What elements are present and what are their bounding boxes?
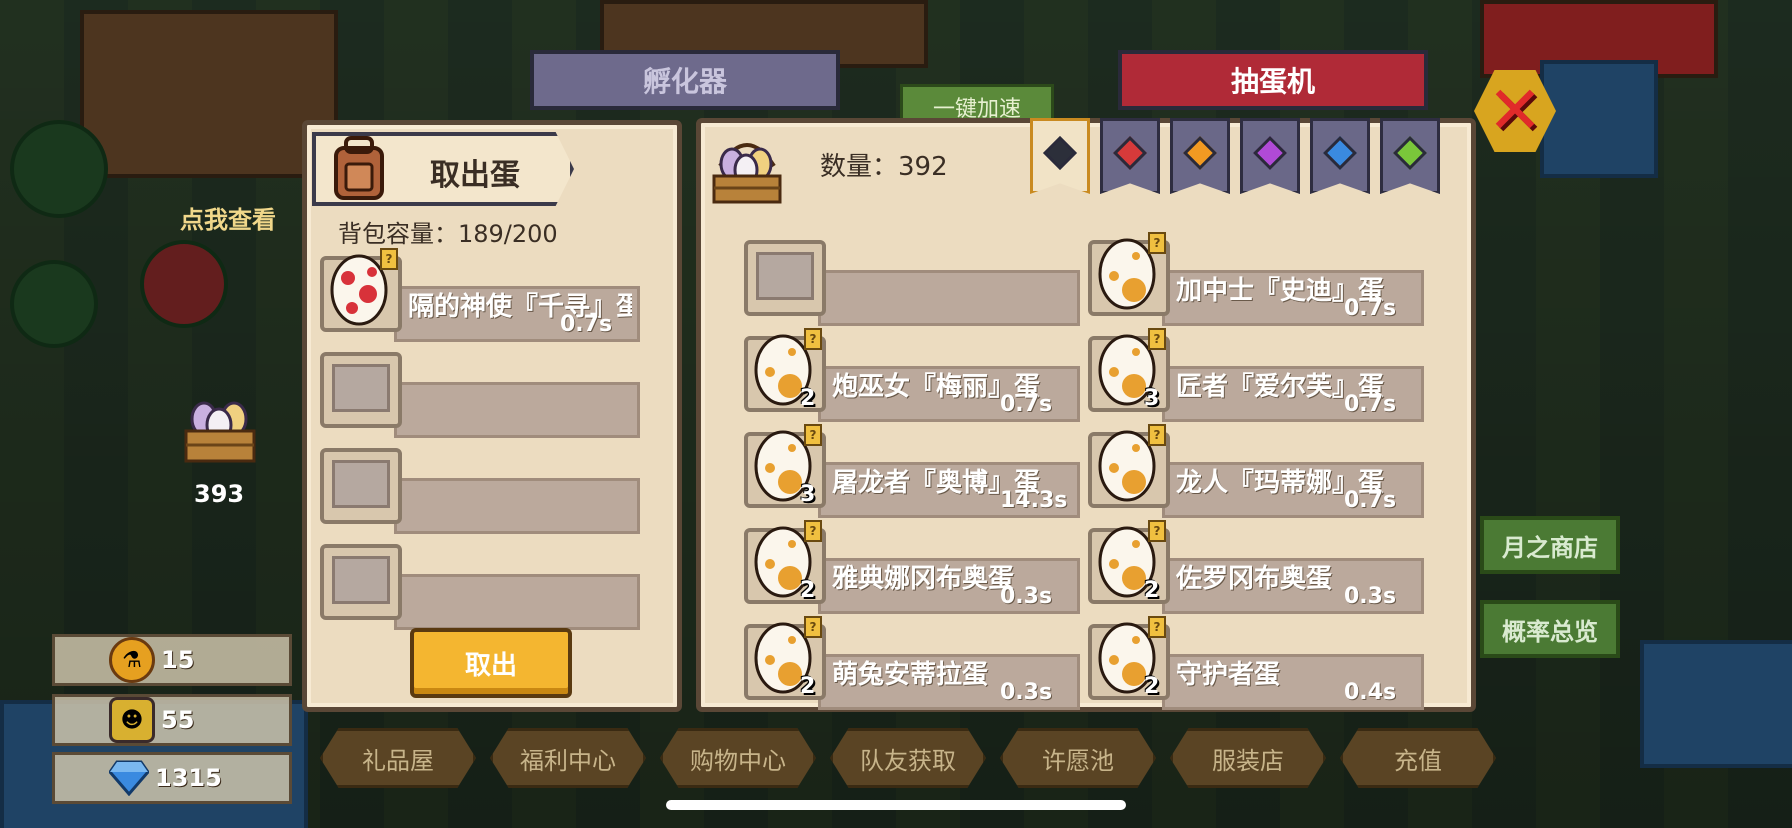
bottom-nav: 礼品屋 福利中心 购物中心 队友获取 许愿池 服装店 充值 (320, 728, 1496, 788)
take-out-button[interactable]: 取出 (410, 628, 572, 698)
empty-slot (332, 460, 390, 508)
rarity-filter-tabs (1030, 118, 1440, 194)
capacity-label: 背包容量： (338, 220, 458, 248)
hatch-time: 0.7s (1344, 392, 1397, 417)
hatch-time: 0.7s (1344, 488, 1397, 513)
quantity-value: 392 (898, 152, 948, 182)
egg-slot-frame (320, 448, 402, 524)
hatch-time: 0.7s (560, 312, 613, 337)
backpack-capacity: 背包容量：189/200 (338, 214, 558, 249)
nav-welfare-center: 福利中心 (490, 728, 646, 788)
hatch-time: 0.3s (1344, 584, 1397, 609)
rarity-filter-tab[interactable] (1240, 118, 1300, 194)
mystery-tag-icon: ? (1148, 424, 1166, 446)
character-token-icon: ☻ (109, 697, 155, 743)
egg-slot-frame (320, 352, 402, 428)
egg-info-bar (818, 270, 1080, 326)
rarity-filter-tab[interactable] (1380, 118, 1440, 194)
tab-gacha: 抽蛋机 (1118, 50, 1428, 110)
potion-icon: ⚗ (109, 637, 155, 683)
nav-wishing-pool: 许愿池 (1000, 728, 1156, 788)
mystery-tag-icon: ? (1148, 616, 1166, 638)
quantity-label: 数量： (820, 152, 899, 182)
currency-token: ☻ 55 (52, 694, 292, 746)
rarity-filter-tab[interactable] (1310, 118, 1370, 194)
egg-count: 2 (1144, 578, 1160, 603)
mystery-tag-icon: ? (1148, 328, 1166, 350)
panel-title: 取出蛋 (430, 158, 520, 193)
currency-diamond: 1315 (52, 752, 292, 804)
gem-icon (1183, 136, 1217, 170)
egg-count: 2 (1144, 674, 1160, 699)
egg-count: 3 (800, 482, 816, 507)
probability-overview-button: 概率总览 (1480, 600, 1620, 658)
backpack-icon (334, 136, 384, 200)
currency-value: 1315 (155, 764, 222, 792)
egg-info-bar (394, 478, 640, 534)
currency-potion: ⚗ 15 (52, 634, 292, 686)
currency-value: 55 (161, 706, 195, 734)
hatch-time: 14.3s (1000, 488, 1068, 513)
mystery-tag-icon: ? (380, 248, 398, 270)
egg-info-bar (394, 382, 640, 438)
gem-icon (1323, 136, 1357, 170)
empty-slot (332, 364, 390, 412)
hatch-time: 0.7s (1344, 296, 1397, 321)
home-indicator[interactable] (666, 800, 1126, 810)
mystery-tag-icon: ? (1148, 232, 1166, 254)
mystery-tag-icon: ? (804, 328, 822, 350)
empty-slot (332, 556, 390, 604)
mystery-tag-icon: ? (804, 520, 822, 542)
hatch-time: 0.3s (1000, 584, 1053, 609)
currency-value: 15 (161, 646, 195, 674)
gem-icon (1043, 136, 1077, 170)
gem-icon (1113, 136, 1147, 170)
egg-basket-icon (712, 143, 782, 204)
nav-gift-house: 礼品屋 (320, 728, 476, 788)
egg-info-bar (394, 574, 640, 630)
egg-quantity: 数量：392 (820, 146, 948, 183)
nav-teammate-acquire: 队友获取 (830, 728, 986, 788)
rarity-filter-tab[interactable] (1030, 118, 1090, 194)
egg-slot-frame (320, 544, 402, 620)
hatch-time: 0.3s (1000, 680, 1053, 705)
empty-slot (756, 252, 814, 300)
gem-icon (1253, 136, 1287, 170)
capacity-value: 189/200 (458, 220, 558, 248)
egg-count: 2 (800, 674, 816, 699)
nav-recharge: 充值 (1340, 728, 1496, 788)
hatch-time: 0.7s (1000, 392, 1053, 417)
mystery-tag-icon: ? (804, 424, 822, 446)
diamond-icon (109, 758, 149, 798)
egg-count: 2 (800, 386, 816, 411)
egg-slot-frame (744, 240, 826, 316)
egg-count: 2 (800, 578, 816, 603)
egg-basket-icon (184, 401, 256, 463)
mystery-tag-icon: ? (804, 616, 822, 638)
egg-count: 3 (1144, 386, 1160, 411)
nav-shopping-center: 购物中心 (660, 728, 816, 788)
basket-count: 393 (194, 480, 245, 508)
moon-shop-button: 月之商店 (1480, 516, 1620, 574)
rarity-filter-tab[interactable] (1100, 118, 1160, 194)
nav-costume-shop: 服装店 (1170, 728, 1326, 788)
tab-incubator: 孵化器 (530, 50, 840, 110)
mystery-tag-icon: ? (1148, 520, 1166, 542)
gem-icon (1393, 136, 1427, 170)
close-icon: ✕ (1487, 72, 1543, 149)
rarity-filter-tab[interactable] (1170, 118, 1230, 194)
hatch-time: 0.4s (1344, 680, 1397, 705)
